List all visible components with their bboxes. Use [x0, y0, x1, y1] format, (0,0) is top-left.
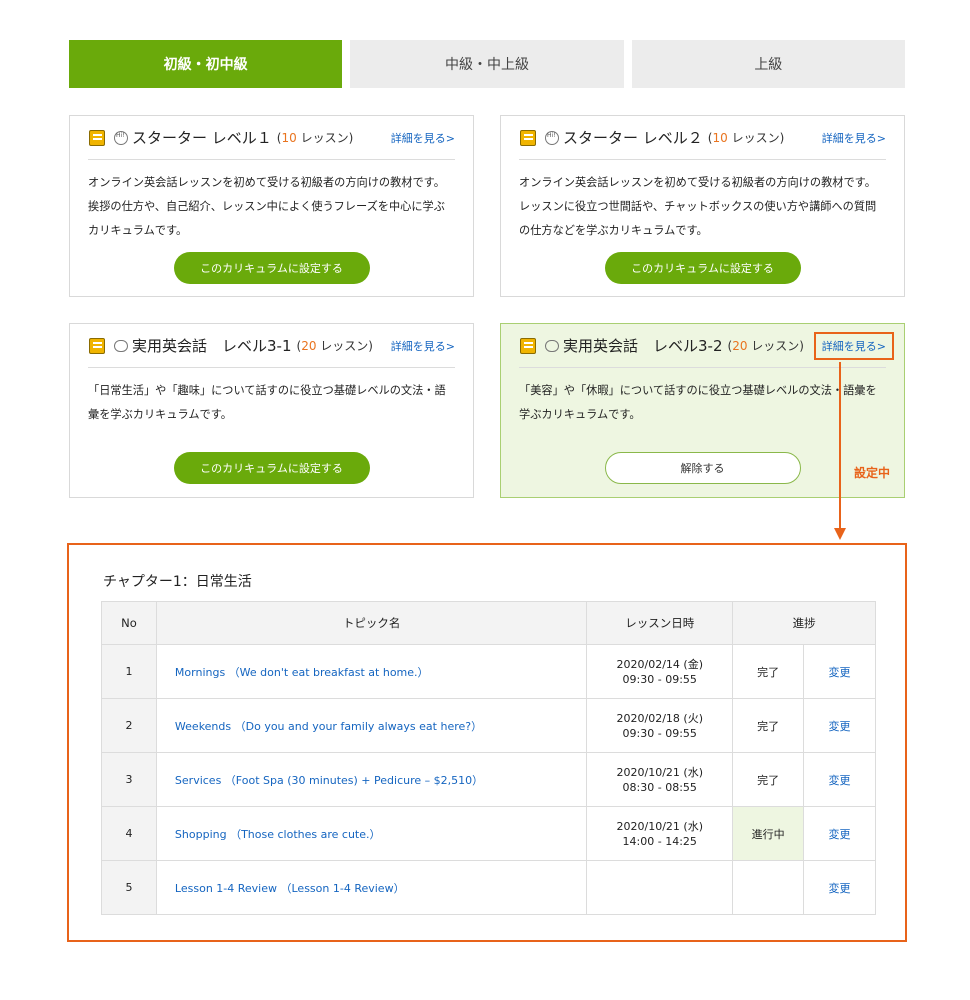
- speech-bubble-icon: [114, 339, 128, 352]
- set-curriculum-button[interactable]: このカリキュラムに設定する: [173, 452, 370, 484]
- card-title: 実用英会話 レベル3-2: [563, 337, 723, 355]
- change-link[interactable]: 変更: [829, 720, 851, 733]
- lesson-datetime: 2020/02/14 (金) 09:30 - 09:55: [586, 644, 734, 699]
- topic-cell: Services （Foot Spa (30 minutes) + Pedicu…: [155, 752, 588, 807]
- lesson-table: No トピック名 レッスン日時 進捗 1 Mornings （We don't …: [101, 601, 876, 915]
- lesson-date: 2020/10/21 (水): [616, 819, 703, 833]
- lesson-time: 09:30 - 09:55: [622, 726, 697, 740]
- column-header-topic: トピック名: [155, 601, 588, 645]
- table-row: 2 Weekends （Do you and your family alway…: [101, 698, 876, 753]
- lesson-date: 2020/10/21 (水): [616, 765, 703, 779]
- lesson-date: 2020/02/14 (金): [616, 657, 703, 671]
- change-cell: 変更: [803, 752, 876, 807]
- table-row: 4 Shopping （Those clothes are cute.） 202…: [101, 806, 876, 861]
- row-number: 2: [101, 698, 157, 753]
- row-number: 4: [101, 806, 157, 861]
- change-cell: 変更: [803, 806, 876, 861]
- status-badge: 設定中: [853, 466, 890, 480]
- curriculum-card-starter-1: スターター レベル１ (10 レッスン) 詳細を見る> オンライン英会話レッスン…: [69, 115, 474, 297]
- lesson-count: (20 レッスン): [727, 339, 804, 353]
- book-icon: [519, 127, 541, 149]
- row-number: 3: [101, 752, 157, 807]
- topic-cell: Mornings （We don't eat breakfast at home…: [155, 644, 588, 699]
- detail-link[interactable]: 詳細を見る>: [391, 338, 455, 354]
- lesson-count: (20 レッスン): [296, 339, 373, 353]
- curriculum-card-practical-3-1: 実用英会話 レベル3-1 (20 レッスン) 詳細を見る> 「日常生活」や「趣味…: [69, 323, 474, 498]
- card-title: スターター レベル２: [563, 129, 703, 147]
- curriculum-card-starter-2: スターター レベル２ (10 レッスン) 詳細を見る> オンライン英会話レッスン…: [500, 115, 905, 297]
- change-link[interactable]: 変更: [829, 882, 851, 895]
- lesson-datetime: [586, 860, 734, 915]
- curriculum-card-practical-3-2: 実用英会話 レベル3-2 (20 レッスン) 詳細を見る> 「美容」や「休暇」に…: [500, 323, 905, 498]
- table-row: 5 Lesson 1-4 Review （Lesson 1-4 Review） …: [101, 860, 876, 915]
- speech-bubble-icon: [545, 339, 559, 352]
- lesson-count: (10 レッスン): [276, 131, 354, 145]
- topic-cell: Weekends （Do you and your family always …: [155, 698, 588, 753]
- lesson-time: 08:30 - 08:55: [622, 780, 697, 794]
- card-title: 実用英会話 レベル3-1: [132, 337, 292, 355]
- connector-line: [839, 362, 841, 530]
- speech-bubble-hi-icon: [114, 130, 128, 145]
- chapter-title: チャプター1：日常生活: [103, 574, 252, 590]
- tab-beginner[interactable]: 初級・初中級: [69, 40, 343, 88]
- book-icon: [88, 127, 110, 149]
- card-header: スターター レベル２ (10 レッスン) 詳細を見る>: [519, 116, 886, 160]
- book-icon: [519, 335, 541, 357]
- remove-curriculum-button[interactable]: 解除する: [604, 452, 801, 484]
- topic-cell: Shopping （Those clothes are cute.）: [155, 806, 588, 861]
- topic-cell: Lesson 1-4 Review （Lesson 1-4 Review）: [155, 860, 588, 915]
- lesson-datetime: 2020/02/18 (火) 09:30 - 09:55: [586, 698, 734, 753]
- set-curriculum-button[interactable]: このカリキュラムに設定する: [604, 252, 801, 284]
- lesson-count: (10 レッスン): [707, 131, 785, 145]
- lesson-time: 09:30 - 09:55: [622, 672, 697, 686]
- table-row: 3 Services （Foot Spa (30 minutes) + Pedi…: [101, 752, 876, 807]
- table-row: 1 Mornings （We don't eat breakfast at ho…: [101, 644, 876, 699]
- speech-bubble-hi-icon: [545, 130, 559, 145]
- set-curriculum-button[interactable]: このカリキュラムに設定する: [173, 252, 370, 284]
- table-header-row: No トピック名 レッスン日時 進捗: [101, 601, 876, 645]
- detail-link[interactable]: 詳細を見る>: [822, 130, 886, 146]
- topic-link[interactable]: Services （Foot Spa (30 minutes) + Pedicu…: [175, 774, 483, 787]
- progress-status: 完了: [732, 752, 805, 807]
- card-header: 実用英会話 レベル3-1 (20 レッスン) 詳細を見る>: [88, 324, 455, 368]
- row-number: 5: [101, 860, 157, 915]
- tab-advanced[interactable]: 上級: [631, 40, 905, 88]
- change-cell: 変更: [803, 644, 876, 699]
- change-link[interactable]: 変更: [829, 828, 851, 841]
- topic-link[interactable]: Shopping （Those clothes are cute.）: [175, 828, 381, 841]
- progress-status: [732, 860, 805, 915]
- row-number: 1: [101, 644, 157, 699]
- detail-link[interactable]: 詳細を見る>: [813, 331, 894, 360]
- lesson-date: 2020/02/18 (火): [616, 711, 703, 725]
- column-header-date: レッスン日時: [586, 601, 734, 645]
- card-description: オンライン英会話レッスンを初めて受ける初級者の方向けの教材です。レッスンに役立つ…: [519, 176, 877, 237]
- detail-link[interactable]: 詳細を見る>: [391, 130, 455, 146]
- column-header-progress: 進捗: [732, 601, 876, 645]
- card-description: 「日常生活」や「趣味」について話すのに役立つ基礎レベルの文法・語彙を学ぶカリキュ…: [88, 384, 446, 421]
- level-tabs: 初級・初中級 中級・中上級 上級: [69, 40, 905, 88]
- tab-intermediate[interactable]: 中級・中上級: [350, 40, 624, 88]
- progress-status: 完了: [732, 698, 805, 753]
- card-header: 実用英会話 レベル3-2 (20 レッスン) 詳細を見る>: [519, 324, 894, 368]
- progress-status: 完了: [732, 644, 805, 699]
- arrow-down-icon: [834, 528, 846, 540]
- card-title: スターター レベル１: [132, 129, 272, 147]
- card-header: スターター レベル１ (10 レッスン) 詳細を見る>: [88, 116, 455, 160]
- topic-link[interactable]: Weekends （Do you and your family always …: [175, 720, 482, 733]
- topic-link[interactable]: Lesson 1-4 Review （Lesson 1-4 Review）: [175, 882, 405, 895]
- change-cell: 変更: [803, 698, 876, 753]
- chapter-panel: チャプター1：日常生活 No トピック名 レッスン日時 進捗 1 Morning…: [67, 543, 907, 942]
- lesson-datetime: 2020/10/21 (水) 14:00 - 14:25: [586, 806, 734, 861]
- change-link[interactable]: 変更: [829, 774, 851, 787]
- progress-status: 進行中: [732, 806, 805, 861]
- book-icon: [88, 335, 110, 357]
- change-link[interactable]: 変更: [829, 666, 851, 679]
- column-header-no: No: [101, 601, 157, 645]
- topic-link[interactable]: Mornings （We don't eat breakfast at home…: [175, 666, 429, 679]
- card-description: オンライン英会話レッスンを初めて受ける初級者の方向けの教材です。挨拶の仕方や、自…: [88, 176, 445, 237]
- card-description: 「美容」や「休暇」について話すのに役立つ基礎レベルの文法・語彙を学ぶカリキュラム…: [519, 384, 877, 421]
- lesson-time: 14:00 - 14:25: [622, 834, 697, 848]
- lesson-datetime: 2020/10/21 (水) 08:30 - 08:55: [586, 752, 734, 807]
- change-cell: 変更: [803, 860, 876, 915]
